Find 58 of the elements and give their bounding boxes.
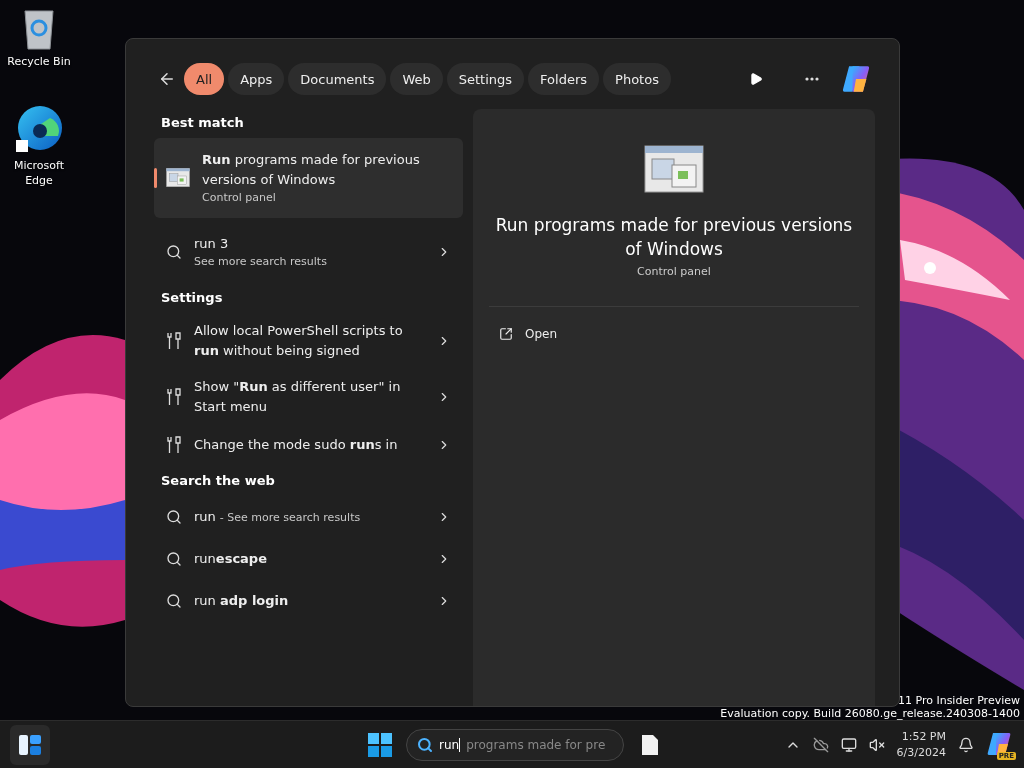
result-subtitle: See more search results [194,254,328,270]
result-subtitle: Control panel [202,190,277,206]
search-icon [417,736,433,753]
desktop-icon-label: Recycle Bin [7,54,71,69]
tools-icon [166,387,182,407]
play-icon [749,72,763,86]
preview-subtitle: Control panel [637,265,711,278]
filter-tab[interactable]: Documents [288,63,387,95]
search-icon [166,244,182,260]
file-icon [641,733,659,756]
search-icon [166,593,182,609]
setting-result[interactable]: Change the mode sudo runs in [194,435,425,455]
notification-icon[interactable] [958,736,974,753]
tools-icon [166,435,182,455]
result-title[interactable]: run 3 [194,234,425,254]
web-search-result[interactable]: run [194,507,216,527]
control-panel-icon [166,168,190,188]
widgets-button[interactable] [10,724,50,765]
search-icon [166,551,182,567]
filter-tab[interactable]: Settings [446,63,525,95]
copilot-logo-icon [841,64,871,94]
copilot-logo-icon [986,730,1012,757]
section-heading: Search the web [161,473,276,488]
desktop-icon-label: Microsoft Edge [12,158,66,188]
web-search-result[interactable]: runescape [194,549,267,569]
recycle-bin-icon[interactable] [21,8,57,50]
web-search-result[interactable]: run adp login [194,591,289,611]
control-panel-icon [644,145,704,193]
tools-icon [166,331,182,351]
section-heading: Best match [161,115,245,130]
filter-tab[interactable]: Web [390,63,443,95]
setting-result[interactable]: Allow local PowerShell scripts to run without being signed [194,321,425,361]
open-action[interactable]: Open [489,321,568,347]
widgets-icon [19,734,41,755]
windows-logo-icon [368,732,392,757]
edge-browser-icon[interactable] [14,104,64,154]
result-title: Run programs made for previous versions of Windows [202,151,421,189]
preview-title: Run programs made for previous versions of Windows [494,214,854,261]
setting-result[interactable]: Show "Run as different user" in Start menu [194,377,425,417]
filter-tab[interactable]: All [184,63,225,95]
filter-tab[interactable]: Photos [603,63,671,95]
section-heading: Settings [161,290,224,305]
result-note: - See more search results [219,511,361,524]
watermark-text: 11 Pro Insider Preview [897,694,1020,707]
taskbar-search-field[interactable]: run programs made for pre [406,728,624,761]
network-off-icon[interactable] [812,736,829,753]
more-icon [805,77,819,81]
external-link-icon [499,327,513,341]
watermark-text: Evaluation copy. Build 26080.ge_release.240308-1400 [720,707,1020,720]
volume-muted-icon[interactable] [868,736,885,753]
search-icon [166,509,182,525]
clock[interactable]: 1:52 PM 6/3/2024 [896,728,946,761]
best-match-item[interactable]: Run programs made for previous versions of Windows Control panel [154,138,463,218]
filter-tab[interactable]: Folders [528,63,600,95]
search-suggestion: programs made for pre [466,737,606,752]
search-query: run [439,737,461,752]
monitor-icon[interactable] [840,736,857,753]
filter-tab[interactable]: Apps [228,63,285,95]
